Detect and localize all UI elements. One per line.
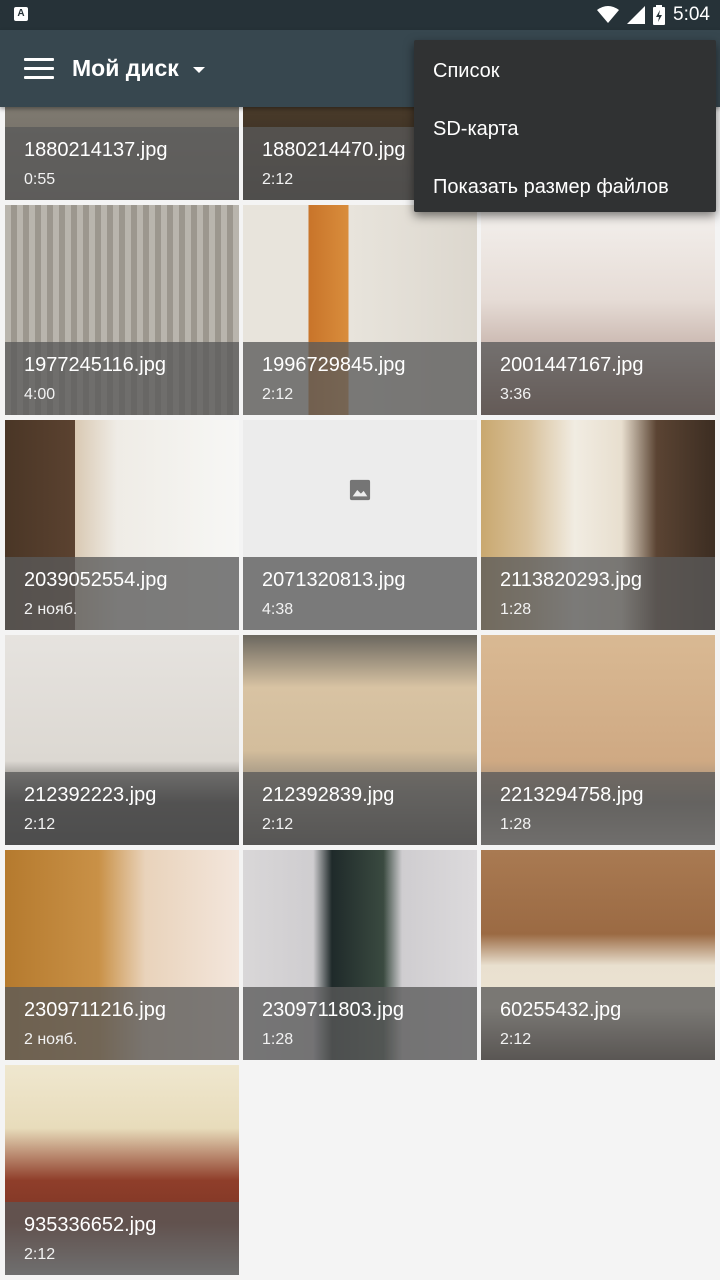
drive-selector[interactable]: Мой диск [72,55,205,82]
file-grid: 1880214137.jpg 0:55 1880214470.jpg 2:12 … [0,107,720,1280]
file-meta: 4:38 [262,601,294,618]
file-meta: 4:00 [24,386,56,403]
tile-caption: 2309711803.jpg 1:28 [243,987,477,1060]
status-time: 5:04 [673,4,710,25]
tile-caption: 2071320813.jpg 4:38 [243,557,477,630]
file-name: 935336652.jpg [24,1214,157,1236]
file-name: 1880214470.jpg [262,139,406,161]
file-name: 2039052554.jpg [24,569,168,591]
file-name: 2001447167.jpg [500,354,644,376]
file-name: 212392223.jpg [24,784,157,806]
file-meta: 1:28 [500,601,532,618]
file-tile[interactable]: 60255432.jpg 2:12 [481,850,715,1060]
tile-caption: 2309711216.jpg 2 нояб. [5,987,239,1060]
file-tile[interactable]: 2309711803.jpg 1:28 [243,850,477,1060]
tile-caption: 2001447167.jpg 3:36 [481,342,715,415]
menu-hamburger-icon[interactable] [24,58,54,80]
file-meta: 2 нояб. [24,1031,78,1048]
menu-item-show-file-size[interactable]: Показать размер файлов [414,158,716,216]
tile-caption: 935336652.jpg 2:12 [5,1202,239,1275]
status-bar: A 5:04 [0,0,720,30]
tile-caption: 1880214137.jpg 0:55 [5,127,239,200]
file-tile[interactable]: 212392839.jpg 2:12 [243,635,477,845]
file-meta: 2:12 [262,816,294,833]
file-tile[interactable]: 2309711216.jpg 2 нояб. [5,850,239,1060]
file-meta: 2 нояб. [24,601,78,618]
tile-caption: 60255432.jpg 2:12 [481,987,715,1060]
menu-item-sd-card[interactable]: SD-карта [414,100,716,158]
file-meta: 2:12 [24,816,56,833]
file-name: 2213294758.jpg [500,784,644,806]
file-meta: 0:55 [24,171,56,188]
file-name: 2309711216.jpg [24,999,166,1021]
file-tile[interactable]: 212392223.jpg 2:12 [5,635,239,845]
file-meta: 1:28 [500,816,532,833]
file-name: 2309711803.jpg [262,999,404,1021]
tile-caption: 2039052554.jpg 2 нояб. [5,557,239,630]
tile-caption: 1996729845.jpg 2:12 [243,342,477,415]
tile-caption: 212392223.jpg 2:12 [5,772,239,845]
file-tile[interactable]: 935336652.jpg 2:12 [5,1065,239,1275]
file-tile[interactable]: 1880214137.jpg 0:55 [5,107,239,200]
file-name: 2071320813.jpg [262,569,406,591]
wifi-icon [597,6,620,23]
tile-caption: 212392839.jpg 2:12 [243,772,477,845]
notification-a-icon: A [14,7,28,21]
menu-item-list[interactable]: Список [414,42,716,100]
file-tile[interactable]: 1977245116.jpg 4:00 [5,205,239,415]
file-tile[interactable]: 1996729845.jpg 2:12 [243,205,477,415]
tile-caption: 1977245116.jpg 4:00 [5,342,239,415]
file-meta: 2:12 [500,1031,532,1048]
file-name: 1880214137.jpg [24,139,168,161]
dropdown-caret-icon [192,66,205,73]
signal-icon [627,6,646,24]
tile-caption: 2113820293.jpg 1:28 [481,557,715,630]
status-icons: 5:04 [597,0,710,30]
file-meta: 2:12 [262,171,294,188]
file-meta: 3:36 [500,386,532,403]
page-title: Мой диск [72,55,179,81]
overflow-menu: Список SD-карта Показать размер файлов [414,40,716,212]
battery-icon [653,5,666,25]
file-name: 1996729845.jpg [262,354,406,376]
file-tile[interactable]: 2039052554.jpg 2 нояб. [5,420,239,630]
file-name: 60255432.jpg [500,999,622,1021]
image-placeholder-icon [349,479,371,501]
file-tile[interactable]: 2001447167.jpg 3:36 [481,205,715,415]
file-tile[interactable]: 2071320813.jpg 4:38 [243,420,477,630]
file-name: 1977245116.jpg [24,354,166,376]
file-tile[interactable]: 2213294758.jpg 1:28 [481,635,715,845]
file-tile[interactable]: 2113820293.jpg 1:28 [481,420,715,630]
file-meta: 2:12 [262,386,294,403]
file-meta: 2:12 [24,1246,56,1263]
file-name: 212392839.jpg [262,784,395,806]
file-meta: 1:28 [262,1031,294,1048]
file-name: 2113820293.jpg [500,569,642,591]
tile-caption: 2213294758.jpg 1:28 [481,772,715,845]
